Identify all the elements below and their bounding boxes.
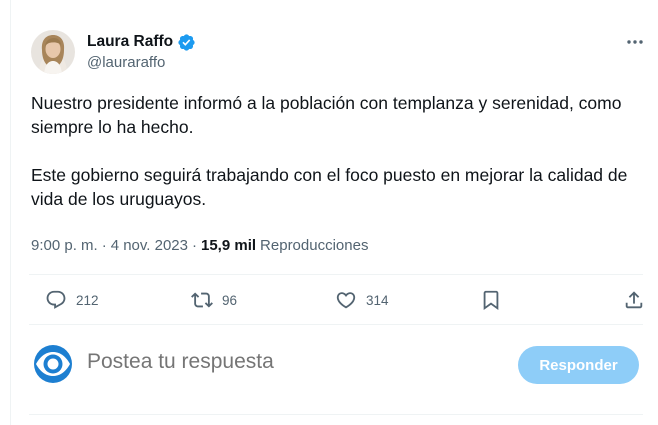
tweet-frame: Laura Raffo @lauraraffo Nuestro presiden… (10, 0, 658, 425)
heart-icon (335, 289, 357, 311)
bookmark-icon (480, 289, 502, 311)
like-count: 314 (366, 292, 389, 308)
meta-separator: · (192, 237, 197, 254)
tweet-text: Nuestro presidente informó a la població… (31, 91, 631, 211)
share-icon (623, 289, 645, 311)
retweet-count: 96 (222, 292, 238, 308)
more-horizontal-icon[interactable] (625, 34, 645, 50)
author-name-row: Laura Raffo (87, 32, 196, 52)
tweet-paragraph: Este gobierno seguirá trabajando con el … (31, 165, 628, 209)
verified-badge-icon (177, 33, 196, 52)
tweet-paragraph: Nuestro presidente informó a la població… (31, 93, 622, 137)
action-bar: 212 96 314 (29, 284, 643, 316)
views-count[interactable]: 15,9 mil (201, 237, 256, 254)
divider (29, 274, 643, 275)
retweet-button[interactable]: 96 (191, 284, 237, 316)
author-block: Laura Raffo @lauraraffo (87, 32, 196, 71)
avatar-photo-icon (31, 30, 75, 74)
reply-icon (45, 289, 67, 311)
bookmark-button[interactable] (480, 284, 502, 316)
share-button[interactable] (623, 284, 645, 316)
like-button[interactable]: 314 (335, 284, 389, 316)
reply-button[interactable]: 212 (45, 284, 99, 316)
reply-count: 212 (76, 292, 99, 308)
tweet-date[interactable]: 4 nov. 2023 (111, 237, 188, 254)
tweet-meta: 9:00 p. m. · 4 nov. 2023 · 15,9 mil Repr… (31, 237, 368, 254)
responder-button[interactable]: Responder (518, 346, 639, 384)
divider (29, 324, 643, 325)
avatar[interactable] (31, 30, 75, 74)
user-avatar-icon[interactable] (33, 344, 73, 384)
tweet-time[interactable]: 9:00 p. m. (31, 237, 98, 254)
views-label: Reproducciones (260, 237, 369, 254)
meta-separator: · (101, 237, 107, 254)
divider (29, 414, 643, 415)
author-name[interactable]: Laura Raffo (87, 33, 173, 51)
reply-input[interactable] (87, 350, 487, 374)
retweet-icon (191, 289, 213, 311)
author-handle[interactable]: @lauraraffo (87, 54, 196, 71)
reply-composer: Responder (29, 340, 643, 390)
